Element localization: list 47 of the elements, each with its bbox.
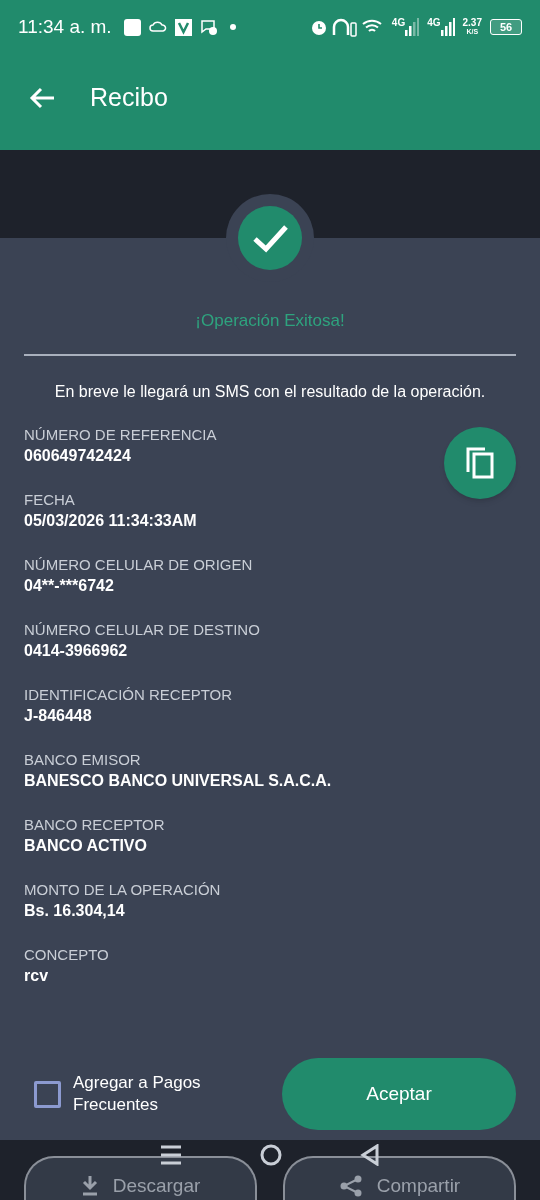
signal-icon: [440, 18, 455, 36]
success-title: ¡Operación Exitosa!: [194, 310, 346, 332]
field-value: 0414-3966962: [24, 640, 128, 661]
app-icon: [174, 18, 192, 36]
download-icon: [80, 1174, 99, 1196]
network-type: 4G: [391, 16, 406, 30]
field-label: CONCEPTO: [24, 944, 109, 965]
field-value: 05/03/2026 11:34:33AM: [24, 510, 197, 531]
field-label: MONTO DE LA OPERACIÓN: [24, 879, 221, 900]
field-value: J-846448: [24, 705, 92, 726]
frequent-payment-checkbox[interactable]: [34, 1080, 61, 1108]
headphones-icon: [331, 17, 358, 37]
field-value: rcv: [24, 965, 49, 986]
field-value: 04**-***6742: [24, 575, 114, 596]
battery-icon: 56: [490, 19, 522, 35]
field-value: BANCO ACTIVO: [24, 835, 147, 856]
field-label: NÚMERO CELULAR DE ORIGEN: [24, 554, 253, 575]
field-label: BANCO RECEPTOR: [24, 814, 165, 835]
alarm-icon: [309, 18, 328, 36]
field-value: Bs. 16.304,14: [24, 900, 125, 921]
network-type: 4G: [427, 16, 441, 30]
download-button[interactable]: Descargar: [24, 1156, 257, 1200]
field-label: NÚMERO DE REFERENCIA: [24, 424, 217, 445]
menu-icon[interactable]: [160, 1144, 182, 1166]
success-check-icon: [238, 206, 302, 270]
field-label: FECHA: [24, 489, 75, 510]
notification-icon: [123, 18, 141, 36]
status-time: 11:34 a. m.: [18, 14, 112, 39]
back-arrow-icon: [28, 86, 56, 110]
signal-icon: [405, 18, 420, 36]
cloud-icon: [148, 20, 167, 34]
field-value: BANESCO BANCO UNIVERSAL S.A.C.A.: [24, 770, 332, 791]
field-value: 060649742424: [24, 445, 131, 466]
chat-icon: [199, 18, 218, 36]
share-icon: [338, 1174, 363, 1198]
home-icon[interactable]: [260, 1144, 282, 1166]
network-speed: 2.37: [462, 18, 482, 27]
frequent-payment-label: Agregar a Pagos Frecuentes: [73, 1072, 202, 1116]
field-label: IDENTIFICACIÓN RECEPTOR: [24, 684, 233, 705]
page-title: Recibo: [90, 82, 168, 114]
sms-message: En breve le llegará un SMS con el resultado de la operación.: [53, 381, 487, 402]
field-label: NÚMERO CELULAR DE DESTINO: [24, 619, 260, 640]
copy-icon: [464, 445, 496, 480]
share-button[interactable]: Compartir: [283, 1156, 516, 1200]
accept-button[interactable]: Aceptar: [282, 1058, 516, 1130]
back-icon[interactable]: [360, 1144, 380, 1166]
field-label: BANCO EMISOR: [24, 749, 141, 770]
